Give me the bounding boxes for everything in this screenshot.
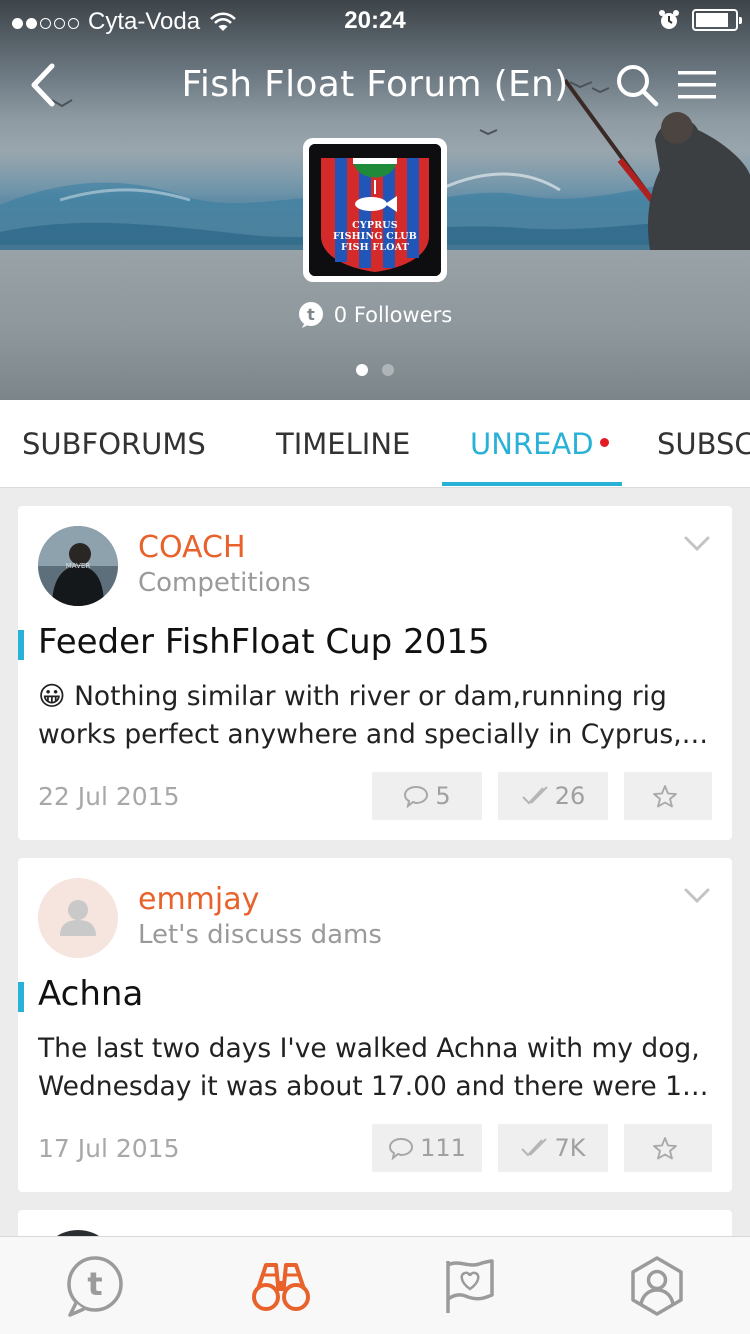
nav-bar: Fish Float Forum (En) (0, 50, 750, 120)
topic-author[interactable]: COACH (138, 530, 246, 565)
excerpt-line-2: Wednesday it was about 17.00 and there w… (38, 1071, 714, 1102)
topic-date: 22 Jul 2015 (38, 782, 180, 811)
page-dot-1[interactable] (356, 364, 368, 376)
fish-float-crest-icon (309, 144, 441, 276)
status-bar: Cyta-Voda 20:24 (0, 0, 750, 40)
replies-button[interactable]: 111 (372, 1124, 482, 1172)
topic-title[interactable]: Feeder FishFloat Cup 2015 (38, 622, 490, 662)
followers-label: 0 Followers (333, 303, 453, 327)
topic-date: 17 Jul 2015 (38, 1134, 180, 1163)
comment-bubble-icon (404, 785, 429, 808)
avatar[interactable] (38, 878, 118, 958)
replies-count: 111 (420, 1134, 466, 1162)
binoculars-icon[interactable] (250, 1255, 312, 1317)
profile-icon[interactable] (626, 1255, 688, 1317)
topic-author[interactable]: emmjay (138, 882, 259, 917)
followers-count[interactable]: t 0 Followers (0, 302, 750, 328)
chevron-down-icon[interactable] (684, 536, 710, 552)
views-count: 7K (554, 1134, 586, 1162)
comment-bubble-icon (389, 1137, 414, 1160)
unread-dot-icon (599, 437, 609, 447)
svg-text:MAVER: MAVER (66, 562, 91, 570)
chevron-down-icon[interactable] (684, 888, 710, 904)
status-time: 20:24 (344, 7, 406, 34)
topic-card[interactable]: MAVER COACH Competitions Feeder FishFloa… (18, 506, 732, 840)
replies-count: 5 (435, 782, 451, 810)
hamburger-menu-icon[interactable] (676, 68, 718, 102)
replies-button[interactable]: 5 (372, 772, 482, 820)
topic-excerpt[interactable]: The last two days I've walked Achna with… (38, 1030, 714, 1106)
excerpt-line-1: The last two days I've walked Achna with… (38, 1033, 700, 1064)
forum-header: Cyta-Voda 20:24 Fish Float Forum (En) CY… (0, 0, 750, 400)
tapatalk-icon[interactable]: t (64, 1255, 126, 1317)
views-button[interactable]: 26 (498, 772, 608, 820)
unread-accent-bar (18, 982, 24, 1012)
bottom-tab-bar: t (0, 1236, 750, 1334)
header-page-indicator (0, 364, 750, 376)
topic-subforum[interactable]: Competitions (138, 568, 311, 598)
svg-text:t: t (307, 305, 315, 324)
tapatalk-badge-icon: t (298, 302, 323, 328)
excerpt-line-1: Nothing similar with river or dam,runnin… (74, 681, 667, 712)
topic-subforum[interactable]: Let's discuss dams (138, 920, 382, 950)
double-check-icon (521, 1138, 548, 1157)
tab-unread[interactable]: UNREAD (470, 400, 609, 487)
page-dot-2[interactable] (382, 364, 394, 376)
search-icon[interactable] (614, 62, 660, 108)
topic-title[interactable]: Achna (38, 974, 143, 1014)
star-outline-icon (653, 785, 677, 808)
star-outline-icon (653, 1137, 677, 1160)
tab-subscribed[interactable]: SUBSCRIBED (657, 400, 750, 487)
tab-timeline[interactable]: TIMELINE (276, 400, 410, 487)
tab-subforums[interactable]: SUBFORUMS (22, 400, 206, 487)
grinning-emoji-icon: 😀 (38, 681, 66, 712)
avatar[interactable]: MAVER (38, 526, 118, 606)
battery-icon (692, 9, 742, 31)
svg-text:t: t (87, 1265, 102, 1303)
views-button[interactable]: 7K (498, 1124, 608, 1172)
topic-excerpt[interactable]: 😀 Nothing similar with river or dam,runn… (38, 678, 714, 754)
forum-tabs: SUBFORUMS TIMELINE UNREAD SUBSCRIBED (0, 400, 750, 488)
views-count: 26 (554, 782, 586, 810)
favorite-button[interactable] (624, 772, 712, 820)
coach-avatar-icon: MAVER (38, 526, 118, 606)
favorite-button[interactable] (624, 1124, 712, 1172)
unread-accent-bar (18, 630, 24, 660)
forum-logo[interactable]: CYPRUS FISHING CLUB FISH FLOAT (303, 138, 447, 282)
alarm-clock-icon (659, 10, 679, 29)
excerpt-line-2: works perfect anywhere and specially in … (38, 719, 714, 750)
default-user-icon (60, 900, 96, 936)
forum-logo-text: CYPRUS FISHING CLUB FISH FLOAT (332, 220, 417, 253)
flag-heart-icon[interactable] (438, 1255, 500, 1317)
double-check-icon (522, 786, 548, 805)
active-tab-indicator (442, 482, 622, 486)
topic-card[interactable]: emmjay Let's discuss dams Achna The last… (18, 858, 732, 1192)
